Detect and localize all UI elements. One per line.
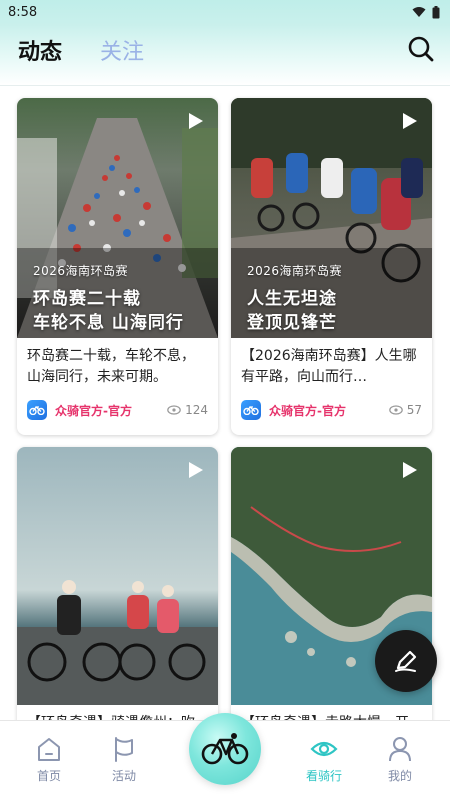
search-icon[interactable] (406, 34, 436, 64)
header: 动态 关注 (0, 24, 450, 86)
tab-guanzhu[interactable]: 关注 (100, 34, 144, 66)
play-icon (189, 462, 203, 478)
view-count: 57 (406, 403, 422, 417)
card-video-thumbnail[interactable]: 2026海南环岛赛 人生无坦途 登顶见锋芒 (231, 98, 432, 338)
author-name[interactable]: 众骑官方-官方 (269, 402, 389, 419)
nav-item-home[interactable]: 首页 (19, 735, 79, 784)
overlay-headline-1: 环岛赛二十载 (33, 289, 141, 309)
nav-label-home: 首页 (36, 769, 61, 783)
bicycle-logo-icon (243, 406, 259, 415)
nav-item-activity[interactable]: 活动 (94, 735, 154, 784)
card-title: 【环岛奇遇】走路太慢，开 (231, 705, 432, 720)
overlay-headline-2: 登顶见锋芒 (247, 313, 337, 333)
flag-icon (115, 737, 133, 762)
eye-icon (167, 405, 181, 415)
card-video-thumbnail[interactable] (17, 447, 218, 707)
card-title: 【环岛奇遇】骑遇儋州：吹 (17, 705, 218, 720)
card-meta: 众骑官方-官方 124 (17, 394, 218, 432)
author-name[interactable]: 众骑官方-官方 (55, 402, 167, 419)
bottom-nav: 首页 活动 看骑行 我的 (0, 713, 450, 800)
nav-item-watch[interactable]: 看骑行 (294, 735, 354, 784)
center-ride-button[interactable] (189, 713, 261, 785)
feed-card[interactable]: 2026海南环岛赛 人生无坦途 登顶见锋芒 【2026海南环岛赛】人生哪有平路，… (231, 98, 432, 435)
home-icon (38, 738, 60, 761)
view-count: 124 (185, 403, 208, 417)
eye-icon (310, 741, 338, 757)
status-time: 8:58 (8, 4, 38, 20)
card-video-thumbnail[interactable]: 2026海南环岛赛 环岛赛二十载 车轮不息 山海同行 (17, 98, 218, 338)
bicycle-logo-icon (29, 406, 45, 415)
overlay-headline-2: 车轮不息 山海同行 (33, 313, 184, 333)
overlay-headline-1: 人生无坦途 (247, 289, 337, 309)
play-icon (403, 462, 417, 478)
card-title: 环岛赛二十载，车轮不息，山海同行，未来可期。 (27, 348, 195, 385)
overlay-subtitle: 2026海南环岛赛 (33, 264, 129, 278)
wifi-icon (412, 7, 426, 17)
status-bar: 8:58 (0, 0, 450, 24)
author-avatar[interactable] (241, 400, 261, 420)
compose-button[interactable] (375, 630, 437, 692)
card-meta: 众骑官方-官方 57 (231, 394, 432, 432)
overlay-subtitle: 2026海南环岛赛 (247, 264, 343, 278)
feed-card[interactable]: 2026海南环岛赛 环岛赛二十载 车轮不息 山海同行 环岛赛二十载，车轮不息，山… (17, 98, 218, 435)
nav-item-mine[interactable]: 我的 (370, 735, 430, 784)
author-avatar[interactable] (27, 400, 47, 420)
card-title: 【2026海南环岛赛】人生哪有平路，向山而行… (241, 348, 417, 385)
coastal-cyclists-image (17, 447, 218, 707)
feed-card[interactable]: 【环岛奇遇】骑遇儋州：吹 (17, 447, 218, 720)
tab-dongtai[interactable]: 动态 (18, 34, 62, 66)
nav-label-activity: 活动 (111, 769, 136, 783)
eye-icon (388, 405, 403, 415)
edit-pen-icon (395, 650, 417, 672)
person-icon (389, 737, 411, 762)
play-icon (403, 113, 417, 129)
battery-icon (432, 5, 440, 18)
nav-label-mine: 我的 (387, 769, 412, 783)
nav-label-watch: 看骑行 (305, 769, 342, 783)
play-icon (189, 113, 203, 129)
feed: 2026海南环岛赛 环岛赛二十载 车轮不息 山海同行 环岛赛二十载，车轮不息，山… (0, 86, 450, 720)
bicycle-icon (201, 733, 249, 765)
